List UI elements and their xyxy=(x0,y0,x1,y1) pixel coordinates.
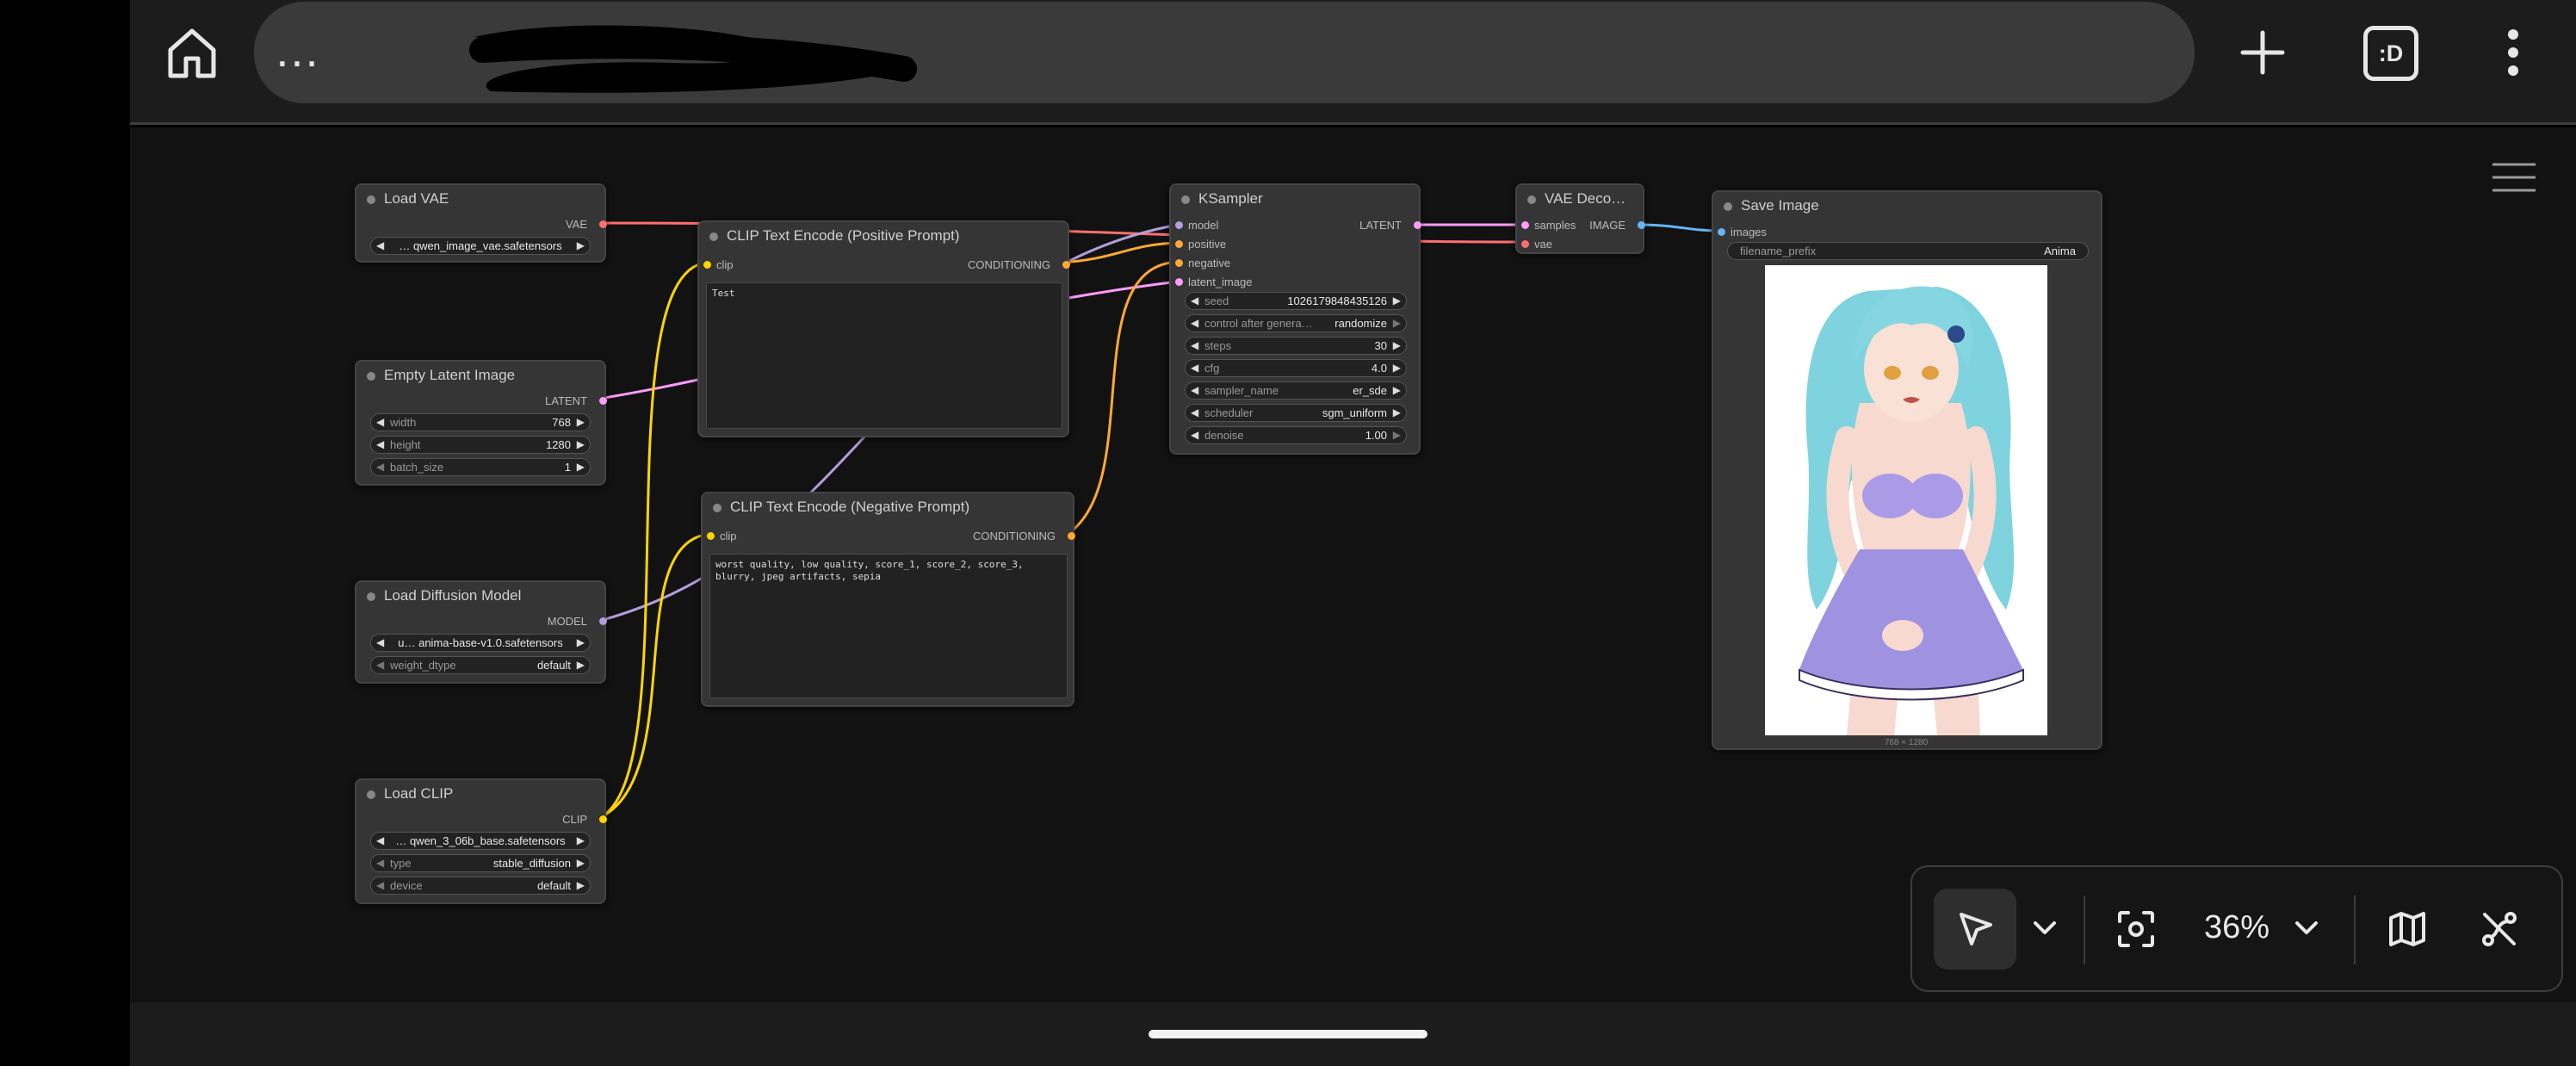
toolbar-divider xyxy=(2354,896,2356,964)
sampler-name-widget[interactable]: ◀ sampler_name er_sde ▶ xyxy=(1185,381,1407,400)
node-load-clip[interactable]: Load CLIP CLIP ◀… qwen_3_06b_base.safete… xyxy=(355,778,607,904)
prompt-textarea[interactable]: worst quality, low quality, score_1, sco… xyxy=(709,554,1068,698)
tab-switcher-button[interactable]: :D xyxy=(2363,26,2418,81)
node-load-vae[interactable]: Load VAE VAE ◀ … qwen_image_vae.safetens… xyxy=(355,183,607,263)
minimap-icon[interactable] xyxy=(2387,909,2427,949)
output-image-dot[interactable] xyxy=(1638,221,1645,229)
output-conditioning-dot[interactable] xyxy=(1068,532,1075,540)
node-title: Empty Latent Image xyxy=(384,367,516,383)
prompt-textarea[interactable]: Test xyxy=(706,282,1062,429)
hamburger-menu-icon[interactable] xyxy=(2489,160,2539,195)
output-label: IMAGE xyxy=(1589,219,1625,232)
node-ksampler[interactable]: KSampler model positive negative latent_… xyxy=(1169,183,1421,455)
input-label: positive xyxy=(1188,238,1227,251)
zoom-level[interactable]: 36% xyxy=(2204,909,2269,946)
more-menu-icon[interactable] xyxy=(2491,24,2536,81)
output-latent-dot[interactable] xyxy=(599,397,607,405)
input-latent-dot[interactable] xyxy=(1175,278,1183,286)
next-arrow-icon[interactable]: ▶ xyxy=(577,239,585,251)
output-label: CLIP xyxy=(562,813,587,826)
output-model-dot[interactable] xyxy=(599,617,607,625)
hide-links-icon[interactable] xyxy=(2480,909,2519,949)
node-title: Load CLIP xyxy=(384,785,454,802)
node-title: KSampler xyxy=(1198,190,1263,207)
node-title: VAE Deco… xyxy=(1545,190,1626,207)
generated-image-preview[interactable] xyxy=(1765,265,2047,735)
input-label: clip xyxy=(720,530,737,542)
vae-name-select[interactable]: ◀ … qwen_image_vae.safetensors ▶ xyxy=(370,237,591,255)
weight-dtype-widget[interactable]: ◀ weight_dtype default ▶ xyxy=(370,656,591,674)
output-clip-dot[interactable] xyxy=(599,815,607,823)
toolbar-divider xyxy=(2084,896,2085,964)
home-icon[interactable] xyxy=(164,24,220,81)
fit-view-icon[interactable] xyxy=(2116,909,2156,949)
node-title: Load VAE xyxy=(384,190,449,207)
input-label: samples xyxy=(1534,219,1576,232)
output-label: LATENT xyxy=(545,394,587,407)
input-label: vae xyxy=(1534,238,1552,251)
input-clip-dot[interactable] xyxy=(703,261,711,269)
node-title: CLIP Text Encode (Negative Prompt) xyxy=(730,499,970,515)
node-title: CLIP Text Encode (Positive Prompt) xyxy=(727,227,960,244)
node-load-diffusion-model[interactable]: Load Diffusion Model MODEL ◀ u… anima-bas… xyxy=(355,580,607,684)
preview-dimensions-label: 768 × 1280 xyxy=(1884,738,1929,747)
denoise-widget[interactable]: ◀ denoise 1.00 ▶ xyxy=(1185,426,1407,444)
output-label: VAE xyxy=(565,218,587,231)
height-widget[interactable]: ◀ height 1280 ▶ xyxy=(370,436,591,454)
filename-prefix-widget[interactable]: filename_prefix Anima xyxy=(1727,242,2089,260)
output-label: MODEL xyxy=(547,615,587,628)
left-edge-strip xyxy=(0,0,130,1066)
batch-size-widget[interactable]: ◀ batch_size 1 ▶ xyxy=(370,458,591,476)
input-label: negative xyxy=(1188,257,1231,270)
input-positive-dot[interactable] xyxy=(1175,240,1183,248)
input-clip-dot[interactable] xyxy=(707,532,715,540)
output-latent-dot[interactable] xyxy=(1414,221,1421,229)
steps-widget[interactable]: ◀ steps 30 ▶ xyxy=(1185,337,1407,355)
node-title: Load Diffusion Model xyxy=(384,587,522,604)
scheduler-widget[interactable]: ◀ scheduler sgm_uniform ▶ xyxy=(1185,404,1407,422)
node-clip-text-encode-negative[interactable]: CLIP Text Encode (Negative Prompt) clip … xyxy=(701,492,1075,707)
input-label: latent_image xyxy=(1188,276,1253,288)
output-label: LATENT xyxy=(1359,219,1402,232)
input-label: model xyxy=(1188,219,1219,232)
pointer-icon xyxy=(1960,913,1992,945)
device-widget[interactable]: ◀ device default ▶ xyxy=(370,877,591,895)
node-title: Save Image xyxy=(1741,197,1819,214)
seed-widget[interactable]: ◀ seed 1026179848435126 ▶ xyxy=(1185,292,1407,310)
node-vae-decode[interactable]: VAE Deco… samples vae IMAGE xyxy=(1515,183,1645,254)
input-negative-dot[interactable] xyxy=(1175,259,1183,267)
width-widget[interactable]: ◀ width 768 ▶ xyxy=(370,413,591,431)
input-model-dot[interactable] xyxy=(1175,221,1183,229)
unet-name-select[interactable]: ◀ u… anima-base-v1.0.safetensors ▶ xyxy=(370,634,591,652)
url-text: … xyxy=(274,25,321,77)
zoom-chevron-down-icon[interactable] xyxy=(2294,918,2319,939)
prev-arrow-icon[interactable]: ◀ xyxy=(376,239,384,251)
node-empty-latent[interactable]: Empty Latent Image LATENT ◀ width 768 ▶ ◀ he… xyxy=(355,360,607,486)
input-vae-dot[interactable] xyxy=(1521,240,1529,248)
chevron-down-icon[interactable] xyxy=(2032,918,2058,939)
output-conditioning-dot[interactable] xyxy=(1062,261,1070,269)
control-after-generate-widget[interactable]: ◀ control after genera… randomize ▶ xyxy=(1185,314,1407,332)
output-label: CONDITIONING xyxy=(967,258,1050,271)
clip-name-select[interactable]: ◀… qwen_3_06b_base.safetensors ▶ xyxy=(370,832,591,850)
redaction-scribble xyxy=(469,25,917,93)
home-indicator[interactable] xyxy=(1149,1030,1427,1038)
output-vae-dot[interactable] xyxy=(599,220,607,228)
cfg-widget[interactable]: ◀ cfg 4.0 ▶ xyxy=(1185,359,1407,377)
node-clip-text-encode-positive[interactable]: CLIP Text Encode (Positive Prompt) clip … xyxy=(697,220,1070,437)
input-samples-dot[interactable] xyxy=(1521,221,1529,229)
clip-type-widget[interactable]: ◀ type stable_diffusion ▶ xyxy=(370,854,591,872)
new-tab-plus-icon[interactable] xyxy=(2234,24,2291,81)
output-label: CONDITIONING xyxy=(972,530,1056,542)
input-label: images xyxy=(1731,226,1767,239)
input-label: clip xyxy=(716,258,734,271)
input-images-dot[interactable] xyxy=(1718,228,1725,236)
